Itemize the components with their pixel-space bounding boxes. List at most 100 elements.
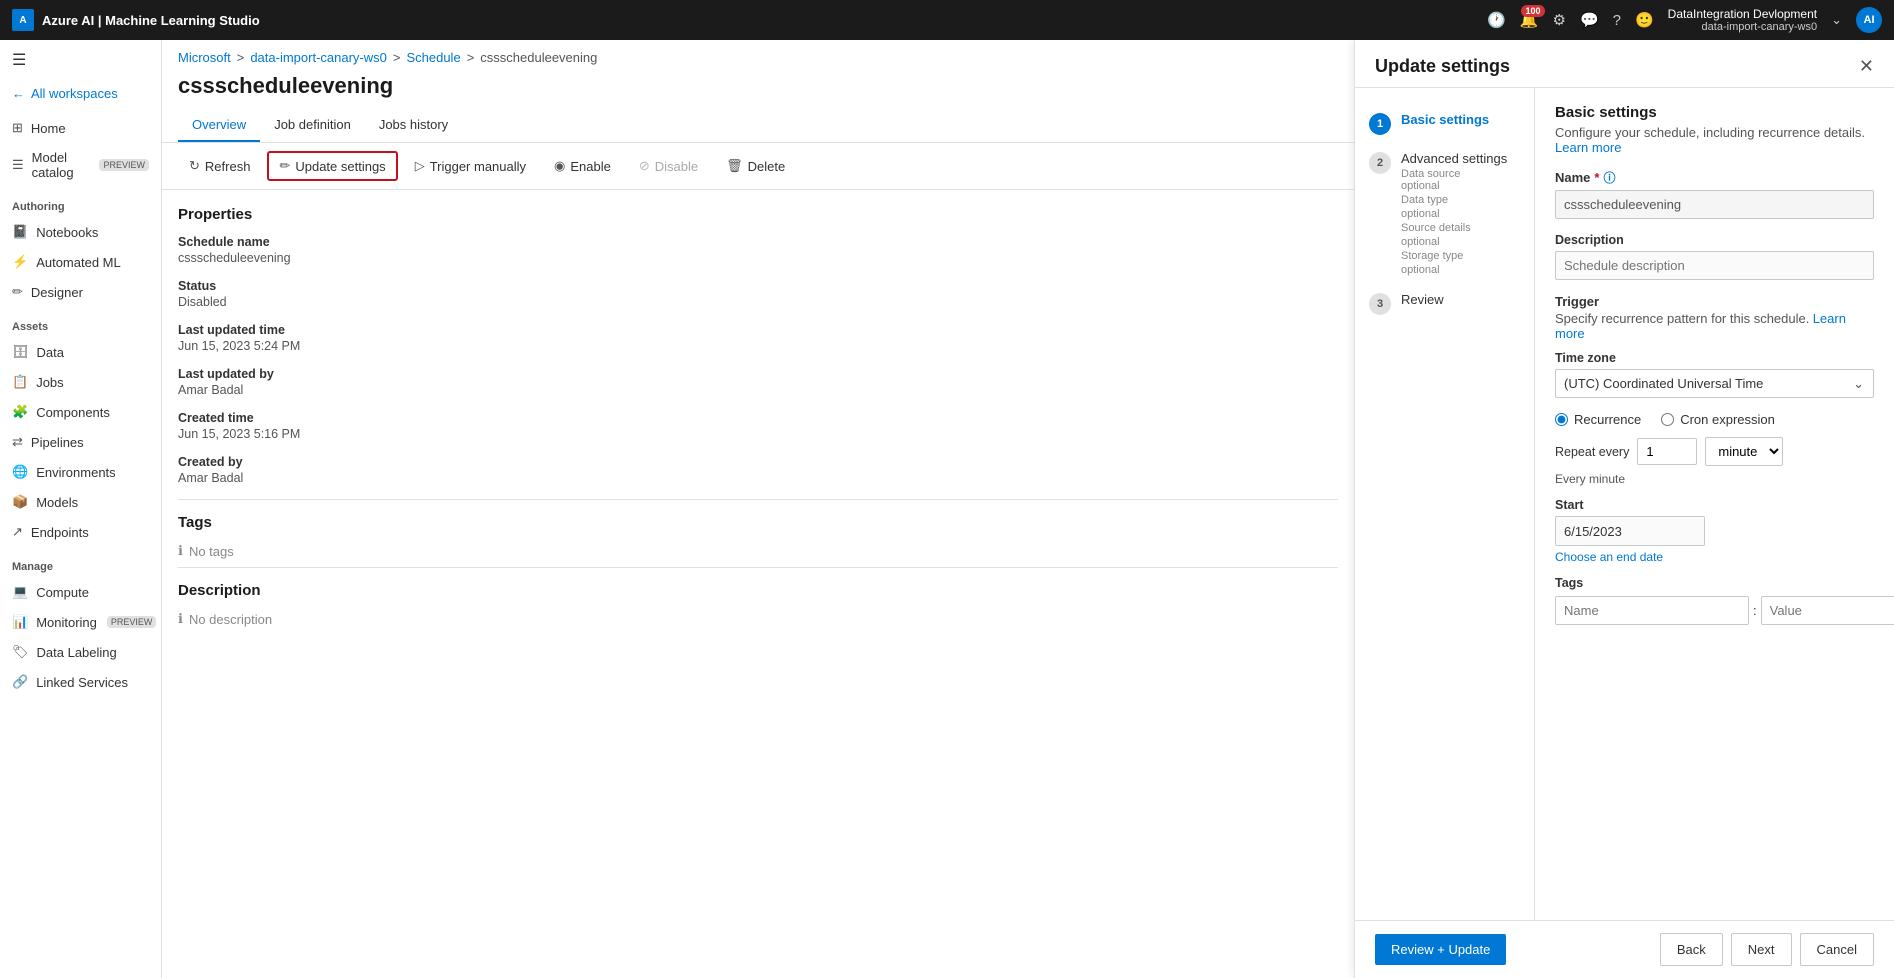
sidebar-item-automated-ml[interactable]: ⚡ Automated ML (0, 247, 161, 277)
sidebar-item-label: Model catalog (32, 150, 90, 180)
back-button[interactable]: Back (1660, 933, 1723, 966)
next-button[interactable]: Next (1731, 933, 1792, 966)
review-update-button[interactable]: Review + Update (1375, 934, 1506, 965)
sidebar-item-pipelines[interactable]: ⇄ Pipelines (0, 427, 161, 457)
name-field: Name * ⓘ (1555, 169, 1874, 219)
update-settings-panel: Update settings ✕ 1 Basic settings 2 Adv… (1354, 40, 1894, 978)
help-icon[interactable]: ? (1613, 12, 1621, 29)
sidebar-item-environments[interactable]: 🌐 Environments (0, 457, 161, 487)
sidebar-item-endpoints[interactable]: ↗ Endpoints (0, 517, 161, 547)
sidebar-item-linked-services[interactable]: 🔗 Linked Services (0, 667, 161, 697)
recurrence-radio-input[interactable] (1555, 413, 1568, 426)
tab-jobs-history[interactable]: Jobs history (365, 109, 462, 142)
step-num-1: 1 (1369, 113, 1391, 135)
prop-last-updated-time: Last updated time Jun 15, 2023 5:24 PM (178, 323, 1338, 353)
sidebar-item-label: Models (36, 495, 78, 510)
disable-label: Disable (655, 159, 698, 174)
description-label: Description (1555, 233, 1874, 247)
step-sub-data-type: Data type (1401, 194, 1507, 206)
refresh-icon: ↻ (189, 158, 200, 174)
disable-button[interactable]: ⊘ Disable (628, 152, 709, 180)
tags-name-input[interactable] (1555, 596, 1749, 625)
sidebar-item-jobs[interactable]: 📋 Jobs (0, 367, 161, 397)
sidebar-item-home[interactable]: ⊞ Home (0, 113, 161, 143)
back-arrow-icon: ← (12, 86, 25, 101)
timezone-select[interactable]: (UTC) Coordinated Universal Time (1555, 369, 1874, 398)
sidebar-item-models[interactable]: 📦 Models (0, 487, 161, 517)
sidebar-item-monitoring[interactable]: 📊 Monitoring PREVIEW (0, 607, 161, 637)
user-avatar[interactable]: AI (1856, 7, 1882, 33)
properties-panel: Properties Schedule name cssscheduleeven… (162, 190, 1354, 978)
sidebar-item-compute[interactable]: 💻 Compute (0, 577, 161, 607)
expand-icon[interactable]: ⌄ (1831, 12, 1842, 28)
sidebar-item-components[interactable]: 🧩 Components (0, 397, 161, 427)
azure-icon: A (12, 9, 34, 31)
description-input[interactable] (1555, 251, 1874, 280)
wizard-steps: 1 Basic settings 2 Advanced settings Dat… (1355, 88, 1535, 920)
face-icon[interactable]: 🙂 (1635, 11, 1654, 29)
repeat-every-input[interactable] (1637, 438, 1697, 465)
sidebar-item-notebooks[interactable]: 📓 Notebooks (0, 217, 161, 247)
sidebar-item-designer[interactable]: ✏ Designer (0, 277, 161, 307)
prop-value-schedule-name: cssscheduleevening (178, 251, 1338, 265)
compute-icon: 💻 (12, 584, 28, 600)
wizard-step-basic[interactable]: 1 Basic settings (1355, 104, 1534, 143)
start-section: Start 📅 Choose an end date (1555, 498, 1874, 564)
feedback-icon[interactable]: 💬 (1580, 11, 1599, 29)
enable-label: Enable (570, 159, 610, 174)
form-section-title: Basic settings (1555, 104, 1874, 121)
trigger-icon: ▷ (415, 158, 425, 174)
sidebar-item-data[interactable]: 🗄 Data (0, 337, 161, 367)
sidebar-section-manage: Manage 💻 Compute 📊 Monitoring PREVIEW 🏷 … (0, 553, 161, 697)
refresh-button[interactable]: ↻ Refresh (178, 152, 261, 180)
tags-colon: : (1753, 603, 1757, 618)
wizard-step-advanced[interactable]: 2 Advanced settings Data source optional… (1355, 143, 1534, 284)
breadcrumb-sep2: > (393, 50, 401, 65)
sidebar-item-label: Data (37, 345, 64, 360)
description-title: Description (178, 582, 1338, 599)
learn-more-link[interactable]: Learn more (1555, 140, 1621, 155)
tab-overview[interactable]: Overview (178, 109, 260, 142)
repeat-unit-select[interactable]: minute hour day (1705, 437, 1783, 466)
delete-button[interactable]: 🗑 Delete (715, 152, 796, 180)
recurrence-radio[interactable]: Recurrence (1555, 412, 1641, 427)
topbar-right: 🕐 🔔 100 ⚙ 💬 ? 🙂 DataIntegration Devlopme… (1487, 7, 1882, 33)
prop-status: Status Disabled (178, 279, 1338, 309)
info-icon2: ℹ (178, 611, 183, 627)
notifications[interactable]: 🔔 100 (1520, 11, 1539, 29)
sidebar-item-model-catalog[interactable]: ☰ Model catalog PREVIEW (0, 143, 161, 187)
back-to-workspaces[interactable]: ← All workspaces (0, 80, 161, 107)
name-input[interactable] (1555, 190, 1874, 219)
sidebar-item-data-labeling[interactable]: 🏷 Data Labeling (0, 637, 161, 667)
choose-end-date-link[interactable]: Choose an end date (1555, 550, 1663, 564)
start-date-input[interactable] (1556, 518, 1705, 545)
hamburger-icon[interactable]: ☰ (0, 40, 161, 80)
breadcrumb-schedule[interactable]: Schedule (406, 50, 460, 65)
trigger-manually-button[interactable]: ▷ Trigger manually (404, 152, 537, 180)
step-sub-optional-1: optional (1401, 180, 1507, 192)
recurrence-label: Recurrence (1574, 412, 1641, 427)
settings-icon[interactable]: ⚙ (1553, 11, 1566, 29)
no-description: ℹ No description (178, 611, 1338, 627)
cancel-button[interactable]: Cancel (1800, 933, 1874, 966)
history-icon[interactable]: 🕐 (1487, 11, 1506, 29)
wizard-step-review[interactable]: 3 Review (1355, 284, 1534, 323)
breadcrumb-microsoft[interactable]: Microsoft (178, 50, 231, 65)
delete-label: Delete (748, 159, 786, 174)
no-tags: ℹ No tags (178, 543, 1338, 559)
workspace-info[interactable]: DataIntegration Devlopment data-import-c… (1668, 7, 1817, 33)
tags-value-input[interactable] (1761, 596, 1894, 625)
cron-radio-input[interactable] (1661, 413, 1674, 426)
enable-button[interactable]: ◉ Enable (543, 152, 622, 180)
step-num-2: 2 (1369, 152, 1391, 174)
cron-radio[interactable]: Cron expression (1661, 412, 1775, 427)
breadcrumb-workspace[interactable]: data-import-canary-ws0 (250, 50, 387, 65)
breadcrumb-current: cssscheduleevening (480, 50, 597, 65)
disable-icon: ⊘ (639, 158, 650, 174)
panel-close-button[interactable]: ✕ (1859, 56, 1874, 77)
tab-job-definition[interactable]: Job definition (260, 109, 365, 142)
prop-schedule-name: Schedule name cssscheduleevening (178, 235, 1338, 265)
timezone-wrapper: (UTC) Coordinated Universal Time (1555, 369, 1874, 398)
update-settings-button[interactable]: ✏ Update settings (267, 151, 397, 181)
preview-badge: PREVIEW (107, 616, 157, 628)
